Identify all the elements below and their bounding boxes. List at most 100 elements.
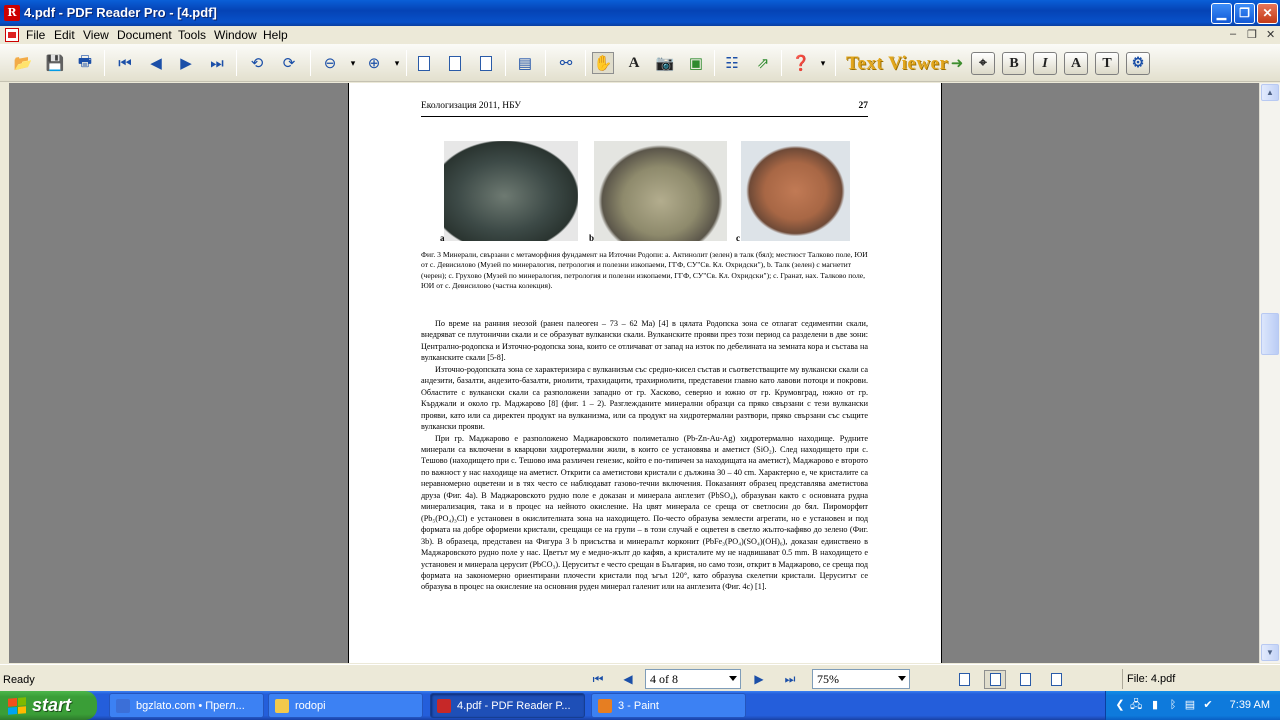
bold-button[interactable]: B	[1002, 52, 1026, 75]
menu-window[interactable]: Window	[214, 28, 257, 42]
scroll-thumb[interactable]	[1261, 313, 1279, 355]
network-icon[interactable]: 🖧	[1130, 699, 1142, 712]
mineral-photo-talc	[594, 141, 727, 241]
taskbar-item-browser[interactable]: bgzlato.com • Прегл...	[109, 693, 264, 718]
text-viewer-label[interactable]: Text Viewer	[846, 53, 948, 75]
last-page-icon[interactable]: ⏭	[206, 52, 228, 74]
first-page-icon[interactable]: ⏮	[114, 52, 136, 74]
font-type-button[interactable]: T	[1095, 52, 1119, 75]
title-bar[interactable]: R 4.pdf - PDF Reader Pro - [4.pdf] ▁ ❐ ✕	[0, 0, 1280, 26]
taskbar-item-folder[interactable]: rodopi	[268, 693, 423, 718]
font-color-button[interactable]: A	[1064, 52, 1088, 75]
fit-width-icon[interactable]	[444, 52, 466, 74]
zoom-in-dropdown-icon[interactable]: ▾	[386, 52, 408, 74]
window-title: 4.pdf - PDF Reader Pro - [4.pdf]	[24, 5, 217, 20]
image-extract-icon[interactable]: ▣	[685, 52, 707, 74]
security-icon[interactable]: ✔	[1202, 699, 1214, 712]
menu-help[interactable]: Help	[263, 28, 288, 42]
mdi-minimize-button[interactable]: –	[1230, 28, 1236, 40]
menu-tools[interactable]: Tools	[178, 28, 206, 42]
page-selector[interactable]: 4 of 8	[645, 669, 741, 689]
view-single-page-icon[interactable]	[953, 670, 975, 689]
toolbar: 📂 💾 🖶 ⏮ ◀ ▶ ⏭ ⟲ ⟳ ⊖ ▾ ⊕ ▾ ▤ ⚯ ✋ A 📷 ▣ ☷ …	[0, 44, 1280, 82]
menu-edit[interactable]: Edit	[54, 28, 75, 42]
text-select-icon[interactable]: A	[623, 52, 645, 74]
italic-button[interactable]: I	[1033, 52, 1057, 75]
page-number: 27	[858, 101, 869, 111]
signal-icon[interactable]: ▮	[1149, 699, 1161, 712]
photo-label-a: a	[440, 233, 445, 243]
view-continuous-icon[interactable]	[984, 670, 1006, 689]
pdf-tray-icon[interactable]: ▤	[1184, 699, 1196, 712]
text-settings-icon[interactable]: ⚙	[1126, 52, 1150, 75]
rotate-right-icon[interactable]: ⟳	[278, 52, 300, 74]
body-text: По време на ранния неозой (ранен палеоге…	[421, 318, 868, 593]
text-viewer-arrow-icon[interactable]: ➜	[946, 52, 968, 74]
help-icon[interactable]: ❓	[790, 52, 812, 74]
properties-icon[interactable]: ▤	[514, 52, 536, 74]
windows-logo-icon	[8, 696, 26, 715]
toolbar-separator	[104, 50, 105, 76]
save-icon[interactable]: 💾	[44, 52, 66, 74]
menu-view[interactable]: View	[83, 28, 109, 42]
find-binoculars-icon[interactable]: ⚯	[555, 52, 577, 74]
status-first-page-icon[interactable]: ⏮	[589, 672, 607, 688]
status-bar: Ready ⏮ ◀ 4 of 8 ▶ ⏭ 75% File: 4.pdf	[0, 664, 1280, 691]
taskbar-item-label: rodopi	[295, 699, 326, 712]
mdi-close-button[interactable]: ✕	[1266, 28, 1275, 41]
zoom-selector[interactable]: 75%	[812, 669, 910, 689]
status-last-page-icon[interactable]: ⏭	[781, 672, 799, 688]
file-name-label: File: 4.pdf	[1122, 669, 1280, 689]
view-continuous-facing-icon[interactable]	[1045, 670, 1067, 689]
taskbar-item-paint[interactable]: 3 - Paint	[591, 693, 746, 718]
scroll-up-icon[interactable]: ▲	[1261, 84, 1279, 101]
bluetooth-icon[interactable]: ᛒ	[1167, 699, 1179, 712]
previous-page-icon[interactable]: ◀	[145, 52, 167, 74]
taskbar-item-pdf-reader[interactable]: 4.pdf - PDF Reader P...	[430, 693, 585, 718]
print-icon[interactable]: 🖶	[74, 52, 96, 74]
hand-tool-icon[interactable]: ✋	[592, 52, 614, 74]
toolbar-separator	[406, 50, 407, 76]
tray-collapse-icon[interactable]: ❮	[1114, 699, 1126, 712]
start-button[interactable]: start	[0, 691, 97, 720]
taskbar: start bgzlato.com • Прегл... rodopi 4.pd…	[0, 691, 1280, 720]
maximize-button[interactable]: ❐	[1234, 3, 1255, 24]
running-header: Екологизация 2011, НБУ	[421, 101, 522, 111]
minimize-button[interactable]: ▁	[1211, 3, 1232, 24]
next-page-icon[interactable]: ▶	[175, 52, 197, 74]
paint-icon	[598, 698, 612, 713]
fit-page-icon[interactable]	[475, 52, 497, 74]
status-previous-page-icon[interactable]: ◀	[619, 672, 637, 688]
menu-bar: File Edit View Document Tools Window Hel…	[0, 26, 1280, 44]
menu-document[interactable]: Document	[117, 28, 172, 42]
view-facing-icon[interactable]	[1014, 670, 1036, 689]
scroll-down-icon[interactable]: ▼	[1261, 644, 1279, 661]
close-button[interactable]: ✕	[1257, 3, 1278, 24]
folder-icon	[275, 698, 289, 713]
zoom-in-icon[interactable]: ⊕	[363, 52, 385, 74]
text-cursor-icon[interactable]: ⌖	[971, 52, 995, 75]
zoom-out-dropdown-icon[interactable]: ▾	[342, 52, 364, 74]
mdi-restore-button[interactable]: ❐	[1247, 28, 1257, 41]
help-dropdown-icon[interactable]: ▾	[812, 52, 834, 74]
vertical-scrollbar[interactable]: ▲ ▼	[1259, 83, 1280, 663]
document-viewport[interactable]: Екологизация 2011, НБУ 27 a b c Фиг. 3 М…	[0, 83, 1259, 663]
menu-file[interactable]: File	[26, 28, 45, 42]
paragraph: При гр. Маджарово е разположено Маджаров…	[421, 433, 868, 592]
taskbar-item-label: 3 - Paint	[618, 699, 659, 712]
snapshot-icon[interactable]: 📷	[654, 52, 676, 74]
photo-label-b: b	[589, 233, 595, 243]
open-folder-icon[interactable]: 📂	[12, 52, 34, 74]
rotate-left-icon[interactable]: ⟲	[246, 52, 268, 74]
thumbnails-icon[interactable]: ☷	[721, 52, 743, 74]
export-icon[interactable]: ⇗	[752, 52, 774, 74]
zoom-value: 75%	[817, 672, 839, 686]
single-page-icon[interactable]	[413, 52, 435, 74]
toolbar-separator	[505, 50, 506, 76]
page-header: Екологизация 2011, НБУ 27	[421, 101, 868, 117]
toolbar-separator	[236, 50, 237, 76]
pdf-reader-icon	[437, 698, 451, 713]
zoom-out-icon[interactable]: ⊖	[319, 52, 341, 74]
status-next-page-icon[interactable]: ▶	[750, 672, 768, 688]
mineral-photo-garnet	[741, 141, 850, 241]
